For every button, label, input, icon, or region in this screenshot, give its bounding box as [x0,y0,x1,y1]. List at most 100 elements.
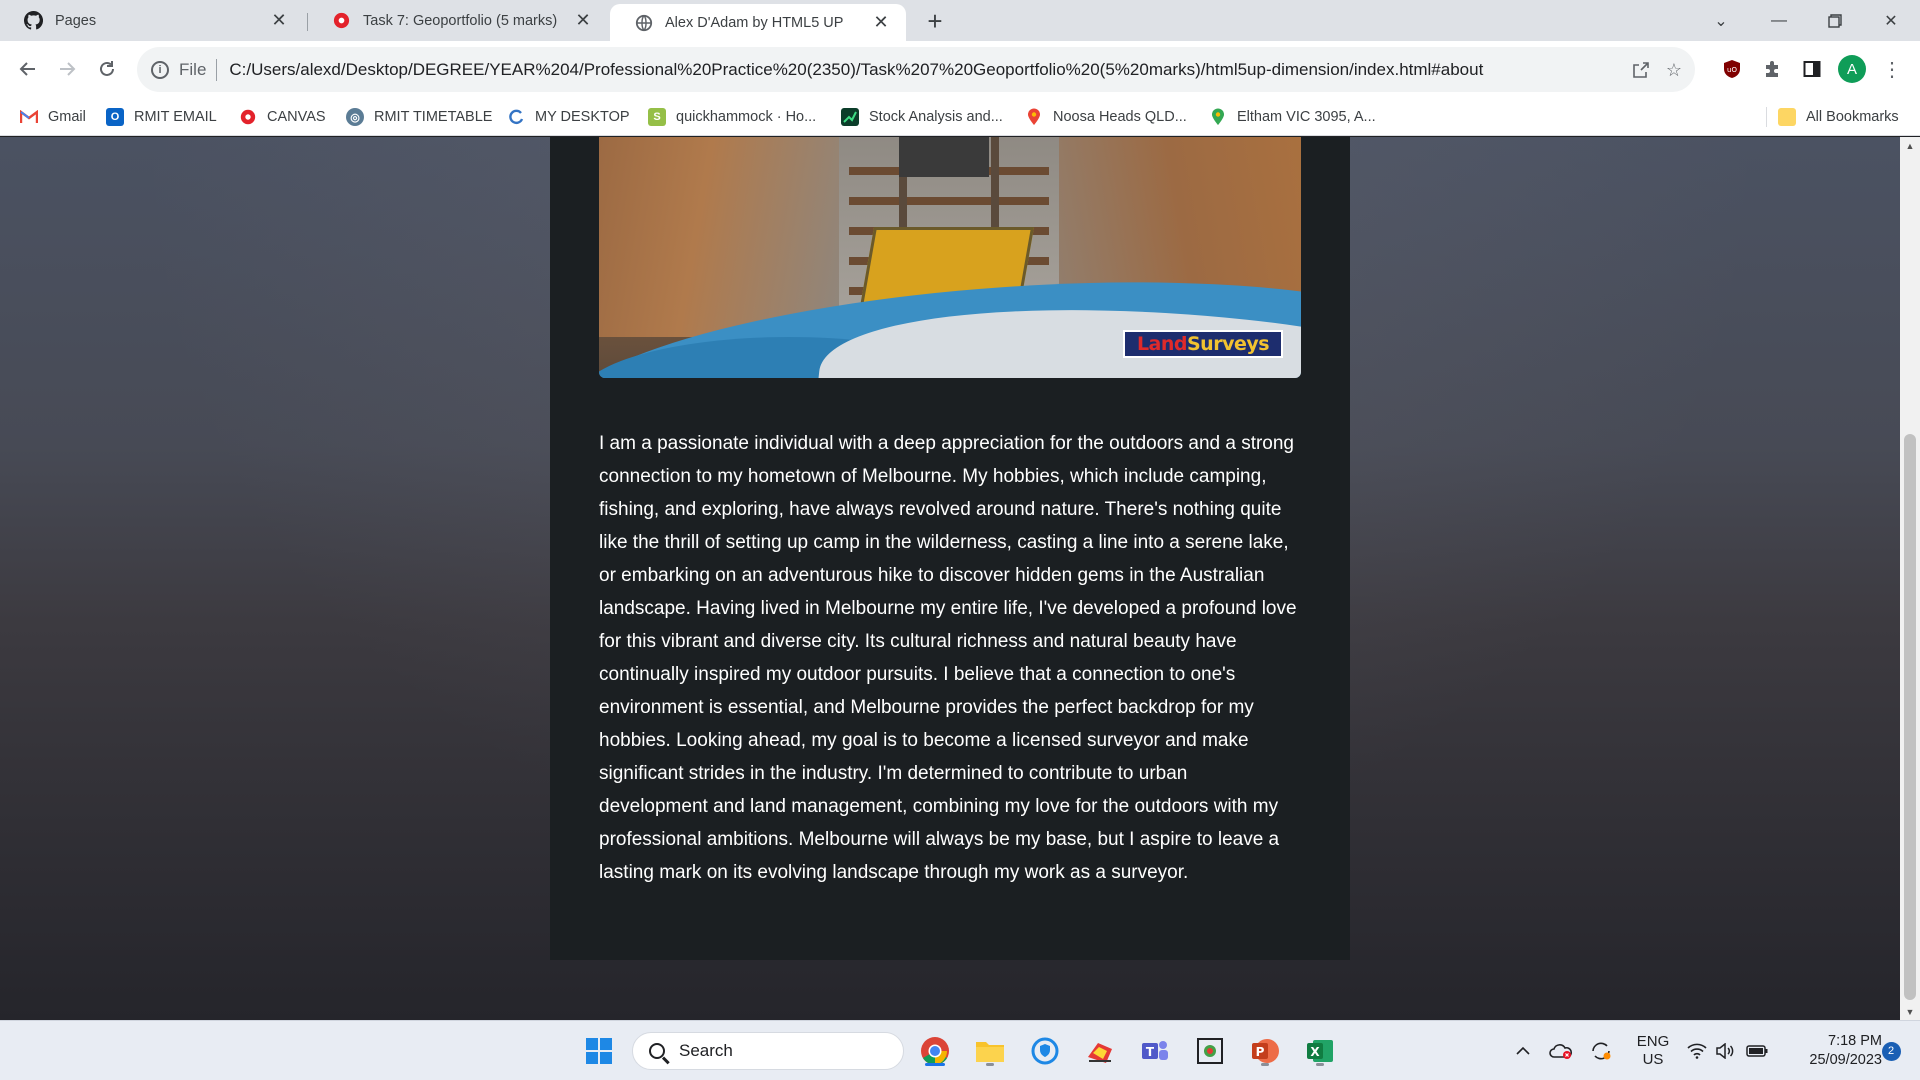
bookmark-label: MY DESKTOP [535,109,630,125]
bookmark-label: RMIT TIMETABLE [374,109,493,125]
clock-date: 25/09/2023 [1809,1052,1882,1068]
url-text[interactable]: C:/Users/alexd/Desktop/DEGREE/YEAR%204/P… [229,60,1695,80]
svg-text:uO: uO [1727,66,1737,74]
file-explorer-icon[interactable] [972,1033,1008,1069]
restore-icon[interactable] [1806,0,1864,41]
tab-alex-dadam[interactable]: Alex D'Adam by HTML5 UP ✕ [610,4,906,41]
close-icon[interactable]: ✕ [870,12,892,34]
map-pin-icon [1025,108,1043,126]
extensions-puzzle-icon[interactable] [1756,53,1788,85]
reload-icon[interactable] [91,53,123,85]
scrollbar-thumb[interactable] [1904,434,1916,1000]
taskbar-search-input[interactable]: Search [632,1032,904,1070]
scroll-down-arrow-icon[interactable]: ▼ [1900,1003,1920,1020]
site-info-icon[interactable]: i [151,60,169,79]
language-code: ENG [1636,1033,1670,1050]
bookmark-label: Stock Analysis and... [869,109,1003,125]
bookmark-eltham[interactable]: Eltham VIC 3095, A... [1209,98,1376,136]
scroll-up-arrow-icon[interactable]: ▲ [1900,137,1920,154]
bookmark-all-bookmarks[interactable]: All Bookmarks [1778,98,1899,136]
notification-count-badge: 2 [1881,1041,1901,1061]
address-bar[interactable]: i File C:/Users/alexd/Desktop/DEGREE/YEA… [137,47,1695,92]
keyboard-layout: US [1642,1051,1664,1068]
omnibox-divider [216,58,218,81]
sync-icon[interactable] [1586,1021,1616,1080]
running-app-indicator [1316,1063,1324,1066]
svg-text:T: T [1146,1045,1155,1059]
folder-icon [1778,108,1796,126]
avatar: A [1838,55,1866,83]
bookmark-my-desktop[interactable]: MY DESKTOP [507,98,630,136]
share-icon[interactable] [1628,57,1654,83]
side-panel-icon[interactable] [1796,53,1828,85]
back-arrow-icon[interactable] [12,53,44,85]
wifi-icon[interactable] [1684,1021,1710,1080]
land-surveys-logo: Land Surveys [1123,330,1283,358]
browser-tab-strip: Pages ✕ Task 7: Geoportfolio (5 marks) ✕… [0,0,1920,41]
onedrive-error-icon[interactable] [1546,1021,1576,1080]
image-ground-left [599,137,849,337]
map-pin-icon [1209,108,1227,126]
forward-arrow-icon[interactable] [51,53,83,85]
bookmark-noosa-heads[interactable]: Noosa Heads QLD... [1025,98,1187,136]
more-menu-icon[interactable]: ⋮ [1876,53,1908,85]
logo-word-land: Land [1136,333,1188,355]
paint-app-icon[interactable] [1082,1033,1118,1069]
window-close-icon[interactable]: ✕ [1862,0,1920,41]
snipping-tool-icon[interactable] [1192,1033,1228,1069]
search-icon [649,1043,665,1059]
logo-word-surveys: Surveys [1187,333,1270,355]
bookmark-stock-analysis[interactable]: Stock Analysis and... [841,98,1003,136]
outlook-icon: O [106,108,124,126]
canvas-icon [332,11,351,30]
clock-time: 7:18 PM [1828,1033,1882,1049]
chrome-taskbar-icon[interactable] [917,1033,953,1069]
bookmarks-divider [1766,107,1767,127]
language-indicator[interactable]: ENG US [1630,1021,1676,1080]
close-icon[interactable]: ✕ [268,10,290,32]
windows-start-icon[interactable] [581,1033,617,1069]
canvas-icon [239,108,257,126]
bookmark-rmit-email[interactable]: O RMIT EMAIL [106,98,217,136]
bookmark-label: CANVAS [267,109,326,125]
bookmark-canvas[interactable]: CANVAS [239,98,326,136]
tab-title: Alex D'Adam by HTML5 UP [665,14,844,31]
image-survey-equipment [899,137,989,177]
tab-pages[interactable]: Pages ✕ [0,0,304,41]
excel-icon[interactable]: X [1302,1033,1338,1069]
new-tab-button[interactable]: + [920,6,950,36]
tab-search-chevron-icon[interactable]: ⌄ [1692,0,1750,41]
show-hidden-icons-chevron-icon[interactable] [1510,1021,1536,1080]
defender-shield-icon[interactable] [1027,1033,1063,1069]
tab-title: Pages [55,12,97,29]
bookmark-label: All Bookmarks [1806,109,1899,125]
ublock-icon[interactable]: uO [1716,53,1748,85]
about-image: Land Surveys [599,137,1301,378]
clock[interactable]: 7:18 PM 25/09/2023 [1782,1021,1882,1080]
about-paragraph: I am a passionate individual with a deep… [599,433,1297,883]
globe-icon [634,13,653,32]
page-viewport: Land Surveys I am a passionate individual… [0,137,1900,1020]
search-placeholder: Search [679,1041,733,1060]
page-scrollbar[interactable]: ▲ ▼ [1900,137,1920,1020]
github-icon [24,11,43,30]
windows-taskbar: Search T P X ENG US 7:18 PM 25/09/2023 2 [0,1020,1920,1080]
desktop-icon [507,108,525,126]
bookmark-gmail[interactable]: Gmail [20,98,86,136]
powerpoint-icon[interactable]: P [1247,1033,1283,1069]
bookmark-quickhammock[interactable]: S quickhammock · Ho... [648,98,816,136]
battery-icon[interactable] [1742,1021,1772,1080]
notification-center[interactable]: 2 [1876,1021,1906,1080]
profile-avatar[interactable]: A [1836,53,1868,85]
active-app-indicator [925,1063,945,1066]
scheme-label: File [179,59,207,79]
bookmark-rmit-timetable[interactable]: ◎ RMIT TIMETABLE [346,98,492,136]
volume-icon[interactable] [1712,1021,1738,1080]
close-icon[interactable]: ✕ [572,10,594,32]
tab-task7[interactable]: Task 7: Geoportfolio (5 marks) ✕ [308,0,608,41]
bookmark-label: Noosa Heads QLD... [1053,109,1187,125]
teams-icon[interactable]: T [1137,1033,1173,1069]
bookmark-star-icon[interactable]: ☆ [1661,57,1687,83]
minimize-icon[interactable]: — [1750,0,1808,41]
running-app-indicator [986,1063,994,1066]
